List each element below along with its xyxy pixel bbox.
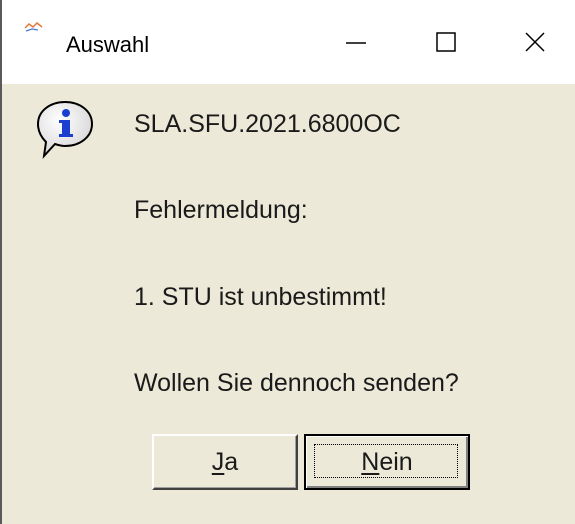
yes-label-rest: a — [224, 447, 239, 476]
maximize-button[interactable] — [410, 0, 482, 84]
yes-mnemonic: J — [211, 447, 225, 476]
info-icon — [36, 100, 96, 164]
message-code: SLA.SFU.2021.6800OC — [134, 110, 401, 138]
message-error: 1. STU ist unbestimmt! — [134, 283, 387, 311]
yes-button-label: Ja — [212, 448, 238, 477]
no-button-label: Nein — [361, 448, 412, 477]
app-icon — [24, 20, 44, 32]
message-question: Wollen Sie dennoch senden? — [134, 369, 459, 397]
yes-button[interactable]: Ja — [152, 434, 298, 490]
close-button[interactable] — [499, 0, 571, 84]
no-mnemonic: N — [361, 447, 380, 476]
title-bar[interactable]: Auswahl — [2, 0, 575, 84]
window-title: Auswahl — [66, 32, 150, 57]
close-icon — [525, 32, 545, 52]
message-heading: Fehlermeldung: — [134, 196, 308, 224]
minimize-icon — [346, 42, 366, 44]
no-button[interactable]: Nein — [304, 434, 470, 490]
maximize-icon — [436, 32, 456, 52]
minimize-button[interactable] — [320, 0, 392, 84]
no-label-rest: ein — [379, 447, 413, 476]
dialog-window: Auswahl SLA.SFU.2021.6800OC Fehlermeldun… — [0, 0, 575, 524]
